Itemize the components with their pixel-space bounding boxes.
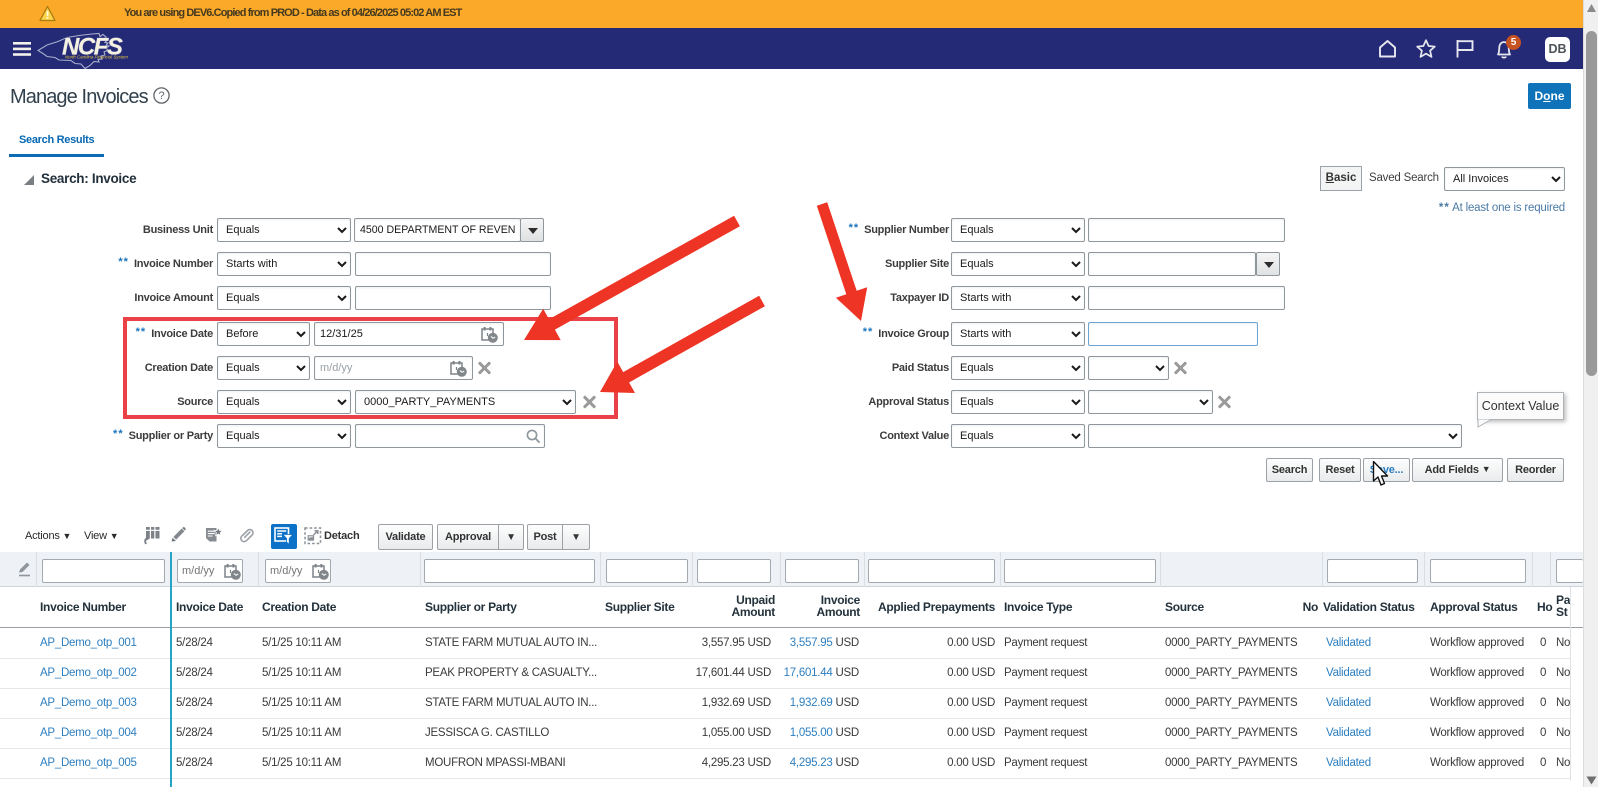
svg-text:?: ? <box>158 90 164 102</box>
svg-text:North Carolina Financial Syste: North Carolina Financial System <box>65 55 128 60</box>
